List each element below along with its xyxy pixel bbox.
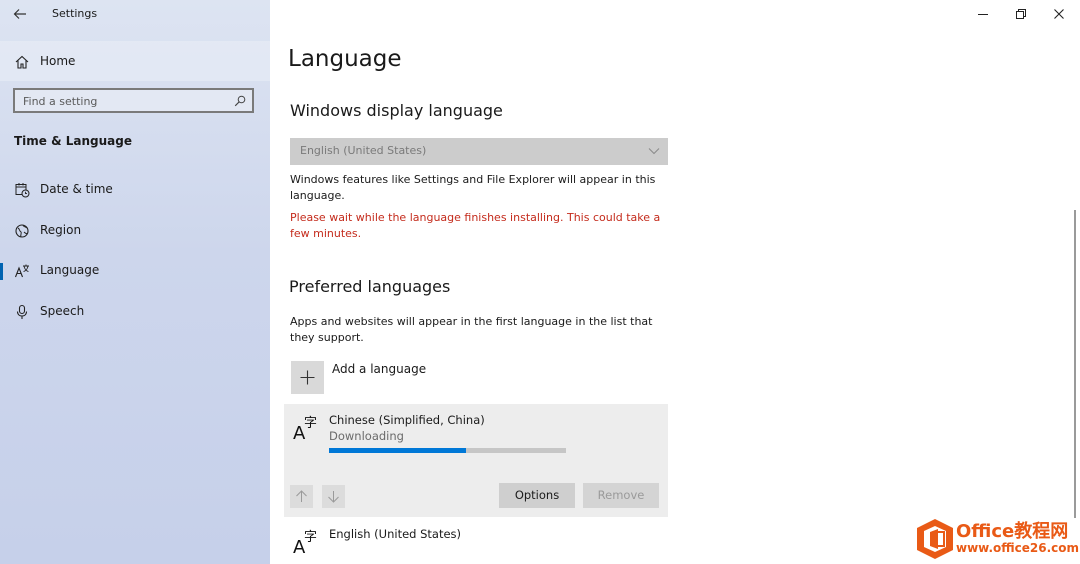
title-bar: Settings <box>0 0 270 30</box>
office-logo-icon <box>917 519 953 559</box>
chevron-down-icon <box>648 148 660 155</box>
add-language-button[interactable] <box>291 361 324 394</box>
microphone-icon <box>16 304 28 319</box>
remove-button[interactable]: Remove <box>583 483 659 508</box>
preferred-languages-heading: Preferred languages <box>289 277 451 296</box>
watermark-logo: Office教程网 www.office26.com <box>914 514 1080 564</box>
search-box <box>13 88 254 113</box>
sidebar: Settings Home Time & Language Date & tim… <box>0 0 270 564</box>
arrow-down-icon <box>328 491 339 503</box>
arrow-up-icon <box>296 490 307 502</box>
dropdown-value: English (United States) <box>300 144 427 157</box>
sidebar-item-label: Speech <box>40 304 85 318</box>
sidebar-item-speech[interactable]: Speech <box>0 292 270 332</box>
language-glyph-icon: A字 <box>293 416 318 444</box>
watermark-brand: Office教程网 <box>956 521 1069 542</box>
minimize-button[interactable] <box>966 2 1000 26</box>
sidebar-item-label: Region <box>40 223 82 237</box>
download-progress-bar <box>329 448 566 453</box>
sidebar-item-language[interactable]: Language <box>0 251 270 291</box>
language-item-english[interactable]: English (United States) <box>329 527 461 541</box>
sidebar-item-label: Home <box>40 54 76 68</box>
add-language-label[interactable]: Add a language <box>332 362 426 376</box>
plus-icon <box>300 370 315 385</box>
move-up-button[interactable] <box>290 485 313 508</box>
sidebar-item-label: Date & time <box>40 182 113 196</box>
restore-button[interactable] <box>1004 2 1038 26</box>
sidebar-item-label: Language <box>40 263 100 277</box>
language-glyph-icon: A字 <box>293 530 318 558</box>
language-item-chinese[interactable]: A字 Chinese (Simplified, China) Downloadi… <box>284 404 668 517</box>
search-icon[interactable] <box>234 95 246 107</box>
language-icon <box>14 264 29 278</box>
back-arrow-icon[interactable] <box>12 6 28 22</box>
sidebar-item-date-time[interactable]: Date & time <box>0 170 270 210</box>
home-icon <box>15 55 29 69</box>
calendar-clock-icon <box>15 183 30 198</box>
close-button[interactable] <box>1042 2 1076 26</box>
restore-icon <box>1016 9 1026 19</box>
sidebar-item-home[interactable]: Home <box>0 41 270 81</box>
globe-icon <box>15 224 29 238</box>
progress-fill <box>329 448 467 453</box>
app-title: Settings <box>52 7 98 20</box>
language-name: Chinese (Simplified, China) <box>329 413 485 427</box>
display-language-heading: Windows display language <box>290 101 503 120</box>
move-down-button[interactable] <box>322 485 345 508</box>
display-language-dropdown[interactable]: English (United States) <box>290 138 668 165</box>
search-input[interactable] <box>23 93 228 109</box>
watermark-url: www.office26.com <box>956 541 1080 555</box>
sidebar-item-region[interactable]: Region <box>0 211 270 251</box>
page-title: Language <box>288 46 402 72</box>
scrollbar[interactable] <box>1074 210 1076 518</box>
minimize-icon <box>978 14 988 15</box>
sidebar-section-title: Time & Language <box>14 134 133 148</box>
preferred-languages-description: Apps and websites will appear in the fir… <box>290 315 653 344</box>
close-icon <box>1054 9 1064 19</box>
options-button[interactable]: Options <box>499 483 575 508</box>
active-indicator <box>0 263 3 280</box>
display-language-description: Windows features like Settings and File … <box>290 173 656 202</box>
installing-warning: Please wait while the language finishes … <box>290 211 661 240</box>
download-status: Downloading <box>329 429 404 443</box>
